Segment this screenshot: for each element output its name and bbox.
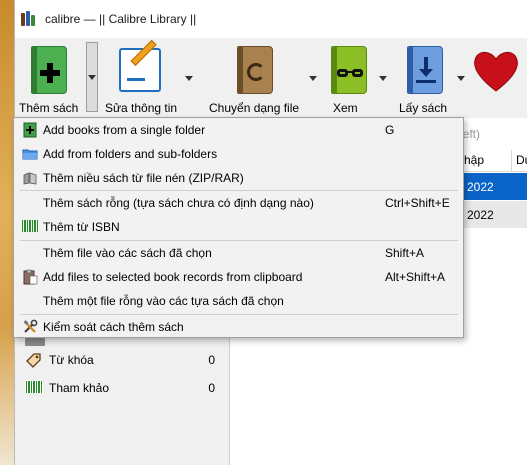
barcode-icon — [25, 380, 43, 396]
view-dropdown-arrow[interactable] — [379, 76, 387, 81]
calibre-window: calibre — || Calibre Library || Thêm sác… — [13, 0, 527, 465]
heart-icon — [474, 51, 518, 92]
menu-item-shortcut: Shift+A — [385, 246, 425, 260]
chevron-down-icon — [88, 75, 96, 80]
convert-books-label: Chuyển dạng file — [209, 101, 300, 115]
tag-browser-count: 0 — [208, 353, 215, 367]
menu-item-label: Kiểm soát cách thêm sách — [43, 320, 184, 334]
add-books-menu: Add books from a single folder G Add fro… — [13, 117, 464, 338]
window-title: calibre — || Calibre Library || — [45, 12, 197, 26]
menu-item-add-from-isbn[interactable]: Thêm từ ISBN — [14, 215, 463, 239]
folder-icon — [22, 146, 38, 162]
menu-item-add-from-clipboard[interactable]: Add files to selected book records from … — [14, 265, 463, 289]
menu-item-shortcut: Alt+Shift+A — [385, 270, 446, 284]
calibre-app-icon — [21, 11, 37, 27]
edit-metadata-dropdown-arrow[interactable] — [185, 76, 193, 81]
convert-icon — [237, 46, 273, 94]
column-header-date[interactable]: hập — [460, 150, 512, 172]
menu-item-add-from-archive[interactable]: Thêm niều sách từ file nén (ZIP/RAR) — [14, 166, 463, 190]
add-book-icon — [31, 46, 67, 94]
desktop-wallpaper — [0, 0, 14, 465]
view-label: Xem — [333, 101, 358, 115]
menu-item-adding-preferences[interactable]: Kiểm soát cách thêm sách — [14, 315, 463, 339]
menu-item-label: Add from folders and sub-folders — [43, 147, 218, 161]
view-button[interactable]: Xem — [325, 42, 375, 116]
book-row-date: 2022 — [467, 208, 494, 222]
menu-item-shortcut: Ctrl+Shift+E — [385, 196, 450, 210]
get-books-dropdown-arrow[interactable] — [457, 76, 465, 81]
tag-icon — [25, 352, 43, 368]
menu-item-label: Thêm sách rỗng (tựa sách chưa có định dạ… — [43, 196, 314, 210]
view-icon — [331, 46, 367, 94]
get-books-label: Lấy sách — [399, 101, 448, 115]
add-books-button[interactable]: Thêm sách — [19, 42, 85, 116]
tools-icon — [22, 319, 38, 335]
menu-item-add-empty-book[interactable]: Thêm sách rỗng (tựa sách chưa có định dạ… — [14, 191, 463, 215]
menu-item-label: Add files to selected book records from … — [43, 270, 303, 284]
menu-item-shortcut: G — [385, 123, 395, 137]
tag-browser-label: Từ khóa — [49, 353, 94, 367]
edit-metadata-button[interactable]: Sửa thông tin — [105, 39, 181, 116]
menu-item-add-subfolders[interactable]: Add from folders and sub-folders — [14, 142, 463, 166]
barcode-icon — [22, 219, 38, 235]
menu-item-label: Thêm từ ISBN — [43, 220, 120, 234]
add-books-label: Thêm sách — [19, 101, 79, 115]
menu-item-add-single-folder[interactable]: Add books from a single folder G — [14, 118, 463, 142]
menu-item-add-empty-file[interactable]: Thêm một file rỗng vào các tựa sách đã c… — [14, 289, 463, 313]
menu-item-label: Thêm một file rỗng vào các tựa sách đã c… — [43, 294, 284, 308]
main-toolbar: Thêm sách Sửa thông tin Chuyển dạng file… — [15, 38, 527, 118]
book-row-date: 2022 — [467, 180, 494, 194]
menu-item-add-files-to-selected[interactable]: Thêm file vào các sách đã chọn Shift+A — [14, 241, 463, 265]
edit-metadata-label: Sửa thông tin — [105, 101, 178, 115]
archive-icon — [22, 170, 38, 186]
menu-item-label: Add books from a single folder — [43, 123, 206, 137]
convert-books-button[interactable]: Chuyển dạng file — [209, 42, 305, 116]
tag-browser-count: 0 — [208, 381, 215, 395]
add-books-dropdown-toggle[interactable] — [86, 42, 98, 112]
menu-item-label: Thêm file vào các sách đã chọn — [43, 246, 212, 260]
title-bar: calibre — || Calibre Library || — [15, 0, 527, 38]
menu-item-label: Thêm niều sách từ file nén (ZIP/RAR) — [43, 171, 244, 185]
edit-metadata-icon — [119, 39, 161, 92]
partial-item-icon — [25, 338, 45, 346]
tag-browser-label: Tham khảo — [49, 381, 110, 395]
convert-dropdown-arrow[interactable] — [309, 76, 317, 81]
tag-browser-item-identifiers[interactable]: Tham khảo 0 — [25, 377, 215, 399]
donate-button[interactable] — [469, 42, 519, 116]
tag-browser-item-tags[interactable]: Từ khóa 0 — [25, 349, 215, 371]
get-books-icon — [407, 46, 443, 94]
clipboard-icon — [22, 269, 38, 285]
add-book-icon — [22, 122, 38, 138]
column-header-next[interactable]: Du — [512, 150, 527, 172]
get-books-button[interactable]: Lấy sách — [399, 42, 455, 116]
